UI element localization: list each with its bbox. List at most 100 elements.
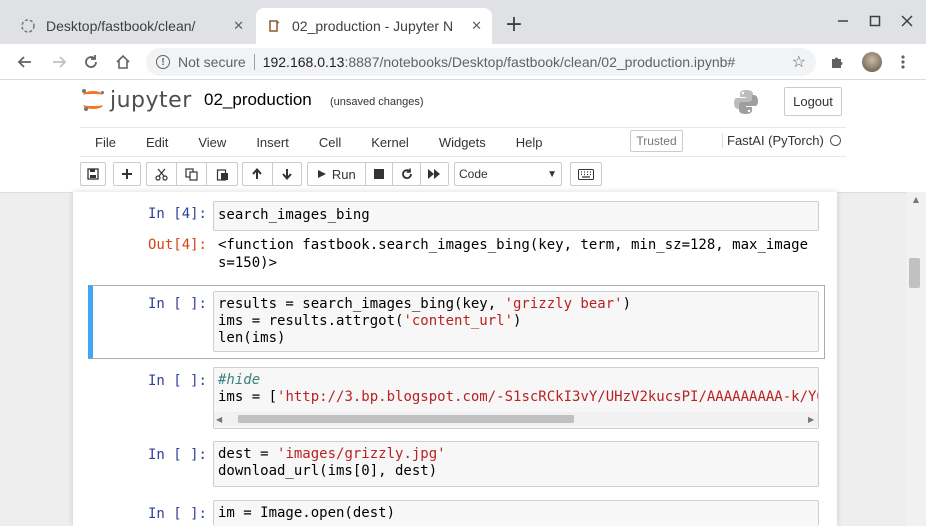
code-cell-input[interactable]: im = Image.open(dest) (213, 500, 819, 526)
tab-title: Desktop/fastbook/clean/ (46, 18, 196, 34)
omnibox-separator (253, 54, 255, 70)
page-scroll-thumb[interactable] (909, 258, 920, 288)
code-token: results = search_images_bing(key, (218, 296, 505, 312)
new-tab-button[interactable]: + (502, 12, 526, 37)
code-token: ) (622, 296, 632, 312)
scroll-left-icon[interactable]: ◀ (216, 412, 226, 426)
home-icon[interactable] (110, 49, 136, 75)
copy-icon (185, 167, 198, 181)
keyboard-icon (578, 168, 594, 180)
kernel-name[interactable]: FastAI (PyTorch) (722, 133, 824, 148)
scroll-right-icon[interactable]: ▶ (808, 412, 818, 426)
chevron-down-icon: ▼ (547, 168, 557, 180)
output-line: s=150)> (218, 255, 278, 271)
code-token: ) (513, 313, 522, 329)
menu-view[interactable]: View (183, 135, 241, 150)
run-button-group: Run (307, 162, 449, 186)
security-label: Not secure (178, 54, 246, 70)
output-line: <function fastbook.search_images_bing(ke… (218, 237, 809, 253)
input-prompt: In [ ]: (147, 373, 207, 389)
restart-run-all-button[interactable] (421, 163, 448, 185)
code-token: len(ims) (218, 330, 286, 346)
input-prompt: In [ ]: (147, 296, 207, 312)
minimize-icon[interactable] (830, 8, 856, 34)
save-status: (unsaved changes) (330, 96, 424, 108)
url-host: 192.168.0.13 (262, 54, 345, 70)
cell-type-select[interactable]: Code ▼ (454, 162, 562, 186)
edit-button-group (146, 162, 238, 186)
tab-title: 02_production - Jupyter N (292, 18, 454, 34)
scissors-icon (155, 168, 168, 181)
trusted-badge[interactable]: Trusted (630, 130, 683, 152)
jupyter-wordmark: jupyter (110, 87, 192, 113)
input-prompt: In [4]: (147, 206, 207, 222)
code-cell-input[interactable]: search_images_bing (213, 201, 819, 231)
command-palette-button[interactable] (570, 162, 602, 186)
close-tab-icon[interactable]: ✕ (233, 18, 244, 34)
play-icon (317, 170, 326, 178)
interrupt-button[interactable] (366, 163, 394, 185)
move-down-button[interactable] (273, 163, 302, 185)
code-token: dest = (218, 446, 278, 462)
code-line: search_images_bing (218, 207, 370, 223)
save-button[interactable] (80, 162, 106, 186)
code-token: ims = [ (218, 389, 278, 405)
insert-cell-below-button[interactable] (113, 162, 141, 186)
forward-arrow-icon[interactable] (46, 49, 72, 75)
stop-icon (373, 169, 384, 179)
address-bar[interactable]: ! Not secure 192.168.0.13:8887/notebooks… (146, 48, 816, 76)
paste-button[interactable] (207, 163, 237, 185)
plus-icon (122, 169, 132, 179)
scroll-up-icon[interactable]: ▲ (906, 192, 926, 206)
back-arrow-icon[interactable] (12, 49, 38, 75)
page-scrollbar[interactable] (906, 192, 926, 526)
cut-button[interactable] (147, 163, 177, 185)
jupyter-logo[interactable]: jupyter (82, 86, 192, 114)
arrow-up-icon (252, 168, 262, 179)
comment-token: #hide (218, 372, 261, 388)
menu-help[interactable]: Help (501, 135, 558, 150)
jupyter-favicon-icon (20, 18, 36, 34)
run-button[interactable]: Run (308, 163, 366, 185)
menu-file[interactable]: File (80, 135, 131, 150)
horizontal-scroll-thumb[interactable] (238, 415, 574, 423)
code-token: im = Image.open(dest) (218, 505, 396, 521)
bookmark-star-icon[interactable]: ☆ (792, 52, 806, 72)
maximize-icon[interactable] (862, 8, 888, 34)
input-prompt: In [ ]: (147, 447, 207, 463)
reload-icon[interactable] (78, 49, 104, 75)
code-token: download_url(ims[0], dest) (218, 463, 438, 479)
code-cell-input[interactable]: dest = 'images/grizzly.jpg' download_url… (213, 441, 819, 487)
string-token: 'http://3.bp.blogspot.com/-S1scRCkI3vY/U… (277, 389, 819, 405)
cell-type-value: Code (459, 167, 488, 181)
browser-tab-notebook[interactable]: 02_production - Jupyter N ✕ (256, 8, 492, 44)
menu-edit[interactable]: Edit (131, 135, 183, 150)
cell-output: <function fastbook.search_images_bing(ke… (218, 236, 808, 272)
code-cell-input[interactable]: results = search_images_bing(key, 'grizz… (213, 291, 819, 352)
browser-tab-folder[interactable]: Desktop/fastbook/clean/ ✕ (10, 8, 254, 44)
refresh-icon (401, 168, 412, 180)
menu-widgets[interactable]: Widgets (424, 135, 501, 150)
input-prompt: In [ ]: (147, 506, 207, 522)
kebab-menu-icon[interactable] (890, 49, 916, 75)
copy-button[interactable] (177, 163, 207, 185)
menu-kernel[interactable]: Kernel (356, 135, 424, 150)
string-token: 'content_url' (403, 313, 514, 329)
string-token: 'grizzly bear' (504, 296, 623, 312)
logout-button[interactable]: Logout (784, 87, 842, 116)
code-token: ims = results.attrgot( (218, 313, 404, 329)
menu-cell[interactable]: Cell (304, 135, 356, 150)
close-window-icon[interactable] (894, 8, 920, 34)
jupyter-logo-icon (82, 89, 104, 111)
extensions-puzzle-icon[interactable] (824, 49, 850, 75)
not-secure-icon: ! (156, 55, 170, 69)
notebook-name[interactable]: 02_production (204, 90, 312, 110)
fast-forward-icon (428, 169, 441, 179)
profile-avatar[interactable] (862, 52, 882, 72)
menu-insert[interactable]: Insert (241, 135, 304, 150)
restart-button[interactable] (393, 163, 422, 185)
output-prompt: Out[4]: (147, 237, 207, 253)
arrow-down-icon (282, 169, 292, 180)
move-up-button[interactable] (243, 163, 273, 185)
close-tab-icon[interactable]: ✕ (471, 18, 482, 34)
